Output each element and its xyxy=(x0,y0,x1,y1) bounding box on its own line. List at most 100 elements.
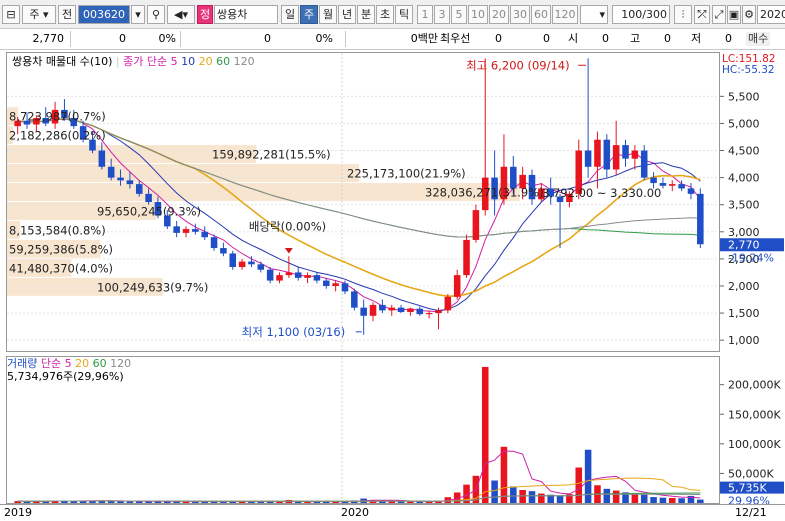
volume-bar xyxy=(519,489,526,503)
period-button[interactable]: 전 xyxy=(58,5,76,24)
ma20-legend: 20 xyxy=(198,55,213,68)
tab-second[interactable]: 초 xyxy=(376,5,394,24)
volume-bar xyxy=(304,501,311,503)
candle-body xyxy=(135,184,143,194)
tab-year[interactable]: 년 xyxy=(338,5,356,24)
price-tick-label: 4,500 xyxy=(728,145,760,158)
volume-bar xyxy=(182,501,190,503)
volume-profile-label: 8,723,987(0.7%) xyxy=(9,110,106,124)
volume-bar xyxy=(126,501,134,503)
tab-week[interactable]: 주 xyxy=(300,5,318,24)
interval-3[interactable]: 3 xyxy=(434,5,450,24)
sell-tab[interactable]: 매수 xyxy=(746,32,771,46)
candle-body xyxy=(351,291,358,308)
candle-body xyxy=(145,193,152,202)
vma120-legend: 120 xyxy=(110,357,132,370)
candle-body xyxy=(397,307,405,312)
tab-minute[interactable]: 분 xyxy=(357,5,375,24)
volume-tick-label: 200,000K xyxy=(728,379,781,392)
best-bid-label: 최우선 xyxy=(440,32,471,45)
volume-profile-bar xyxy=(7,164,359,183)
price-tick-label: 3,500 xyxy=(728,199,760,212)
ma5-legend: 5 xyxy=(170,55,178,68)
interval-1[interactable]: 1 xyxy=(417,5,433,24)
chevron-down-icon: ▾ xyxy=(599,8,605,21)
interval-60[interactable]: 60 xyxy=(531,5,551,24)
dividend-label: 배당락(0.00%) xyxy=(249,220,326,234)
candle-body xyxy=(220,248,227,254)
open-value: 0 xyxy=(602,32,609,45)
stock-code-dropdown[interactable]: ▾ xyxy=(131,5,145,24)
volume-bar xyxy=(650,497,657,503)
candle-body xyxy=(322,280,330,286)
price-legend: 쌍용차 매물대 수(10) | 종가 단순 5 10 20 60 120 xyxy=(12,55,257,68)
interval-30[interactable]: 30 xyxy=(510,5,530,24)
quote-info-bar: 2,770 0 0% 0 0% 0백만 최우선 0 0 시 0 고 0 저 0 … xyxy=(0,29,785,50)
candle-body xyxy=(276,275,283,281)
menu-icon[interactable]: ⊟ xyxy=(2,5,20,24)
tab-month[interactable]: 월 xyxy=(319,5,337,24)
candle-body xyxy=(210,237,218,249)
volume-bar xyxy=(528,491,536,503)
interval-5[interactable]: 5 xyxy=(451,5,467,24)
high-value: 0 xyxy=(664,32,671,45)
candle-body xyxy=(463,239,470,276)
volume-bar xyxy=(500,446,508,503)
crosshair-icon[interactable]: ⤱ xyxy=(694,5,710,24)
stock-name-field[interactable]: 쌍용차 xyxy=(214,5,278,24)
volume-bar xyxy=(678,498,685,503)
interval-custom-input[interactable]: ▾ xyxy=(580,5,608,24)
price-chart-svg: 8,723,987(0.7%) 2,182,286(0.2%) 159,892,28… xyxy=(7,53,719,351)
dividend-marker xyxy=(284,248,293,254)
candle-body xyxy=(360,307,367,316)
price-tick-label: 1,500 xyxy=(728,307,760,320)
high-label: 고 xyxy=(630,32,641,45)
candle-body xyxy=(248,261,255,265)
price-chart-panel[interactable]: 8,723,987(0.7%) 2,182,286(0.2%) 159,892,28… xyxy=(6,52,720,352)
candle-body xyxy=(622,145,629,159)
candle-tool-icon[interactable]: ⫶ xyxy=(674,5,692,24)
candle-body xyxy=(453,275,461,297)
candle-body xyxy=(687,188,695,194)
count-value: 100 xyxy=(621,8,643,21)
volume-value: 0 xyxy=(264,32,271,45)
volume-bar xyxy=(313,501,321,503)
price-tick-label: 5,500 xyxy=(728,90,760,103)
candle-body xyxy=(444,296,452,311)
search-icon[interactable]: ⚲ xyxy=(147,5,165,24)
tab-day[interactable]: 일 xyxy=(281,5,299,24)
volume-chart-panel[interactable]: 거래량 단순 5 20 60 120 5,734,976주(29,96%) xyxy=(6,356,720,504)
volume-current-label: 5,734,976주(29,96%) xyxy=(7,370,124,383)
gear-icon[interactable]: ⚙ xyxy=(742,5,756,24)
save-icon[interactable]: ▣ xyxy=(727,5,741,24)
volume-tick-label: 100,000K xyxy=(728,438,781,451)
type-select[interactable]: 주 ▾ xyxy=(22,5,56,24)
volume-bar xyxy=(397,501,405,503)
stock-code-input[interactable]: 003620 xyxy=(78,5,130,24)
max-price-label: 최고 6,200 (09/14) xyxy=(466,58,570,72)
stock-badge: 정 xyxy=(197,5,213,24)
volume-bar xyxy=(407,501,414,503)
tab-tick[interactable]: 틱 xyxy=(395,5,413,24)
volume-bar xyxy=(603,488,611,503)
volume-tick-label: 150,000K xyxy=(728,408,781,421)
interval-20[interactable]: 20 xyxy=(489,5,509,24)
interval-10[interactable]: 10 xyxy=(468,5,488,24)
expand-icon[interactable]: ⤢ xyxy=(712,5,726,24)
range-label: 3,792.00 ~ 3,330.00 xyxy=(542,186,661,200)
interval-120[interactable]: 120 xyxy=(552,5,578,24)
open-label: 시 xyxy=(568,32,579,45)
speaker-icon[interactable]: ◀▾ xyxy=(167,5,195,24)
volume-profile-label: 159,892,281(15.5%) xyxy=(212,148,331,162)
date-field[interactable]: 2020/ xyxy=(757,5,785,24)
price-change: 0 xyxy=(119,32,126,45)
candle-body xyxy=(332,283,339,286)
candle-body xyxy=(126,180,134,185)
date-label-2020: 2020 xyxy=(341,506,369,519)
candle-body xyxy=(294,272,302,278)
candle-body xyxy=(650,177,657,184)
volume-bar xyxy=(697,499,704,503)
volume-pct: 0% xyxy=(315,32,333,45)
count-field[interactable]: 100/300 xyxy=(612,5,670,24)
ma60-legend: 60 xyxy=(216,55,231,68)
